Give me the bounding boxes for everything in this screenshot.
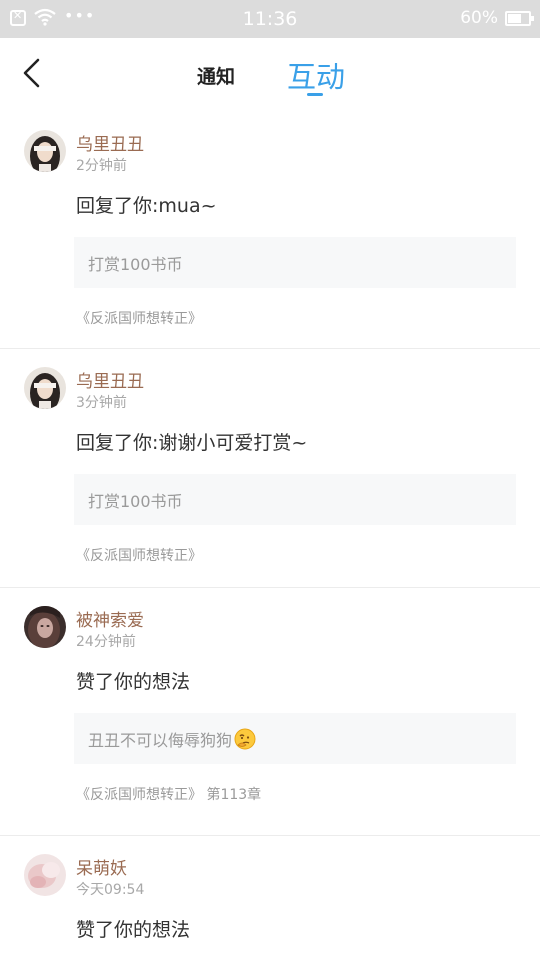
tab-notifications[interactable]: 通知 (180, 38, 252, 112)
quoted-text: 打赏100书币 (88, 491, 183, 511)
quoted-content[interactable]: 打赏100书币 (74, 237, 516, 288)
reply-text: 回复了你:mua~ (76, 195, 217, 217)
timestamp: 24分钟前 (76, 634, 136, 650)
reply-text: 赞了你的想法 (76, 671, 191, 693)
list-item[interactable]: 呆萌妖 今天09:54 赞了你的想法 (0, 836, 540, 960)
quoted-text: 打赏100书币 (88, 254, 183, 274)
book-link[interactable]: 《反派国师想转正》 第113章 (76, 784, 261, 804)
active-tab-indicator (307, 93, 323, 96)
quoted-text: 丑丑不可以侮辱狗狗 (88, 730, 233, 750)
quoted-content[interactable]: 丑丑不可以侮辱狗狗 (74, 713, 516, 764)
battery-icon (505, 11, 534, 26)
battery-percent: 60% (460, 8, 498, 28)
top-nav: 通知 互动 (0, 38, 540, 112)
back-button[interactable] (16, 56, 50, 90)
tab-interactions[interactable]: 互动 (276, 38, 356, 112)
clock: 11:36 (242, 8, 298, 30)
username[interactable]: 被神索爱 (76, 606, 144, 631)
notification-list: 乌里丑丑 2分钟前 回复了你:mua~ 打赏100书币 《反派国师想转正》 乌里… (0, 112, 540, 960)
timestamp: 3分钟前 (76, 395, 127, 411)
list-item[interactable]: 乌里丑丑 3分钟前 回复了你:谢谢小可爱打赏~ 打赏100书币 《反派国师想转正… (0, 349, 540, 588)
username[interactable]: 乌里丑丑 (76, 367, 144, 392)
avatar[interactable] (24, 367, 66, 409)
reply-text: 回复了你:谢谢小可爱打赏~ (76, 432, 308, 454)
avatar[interactable] (24, 606, 66, 648)
quoted-content[interactable]: 打赏100书币 (74, 474, 516, 525)
thinking-emoji-icon (234, 728, 256, 749)
timestamp: 2分钟前 (76, 158, 127, 174)
username[interactable]: 呆萌妖 (76, 854, 127, 879)
status-bar: ••• 11:36 60% (0, 0, 540, 38)
username[interactable]: 乌里丑丑 (76, 130, 144, 155)
reply-text: 赞了你的想法 (76, 919, 191, 941)
book-link[interactable]: 《反派国师想转正》 (76, 545, 202, 565)
timestamp: 今天09:54 (76, 882, 145, 898)
list-item[interactable]: 被神索爱 24分钟前 赞了你的想法 丑丑不可以侮辱狗狗 《反派国师想转正》 第1… (0, 588, 540, 836)
list-item[interactable]: 乌里丑丑 2分钟前 回复了你:mua~ 打赏100书币 《反派国师想转正》 (0, 112, 540, 349)
avatar[interactable] (24, 130, 66, 172)
chevron-left-icon (23, 58, 40, 88)
book-link[interactable]: 《反派国师想转正》 (76, 308, 202, 328)
avatar[interactable] (24, 854, 66, 896)
